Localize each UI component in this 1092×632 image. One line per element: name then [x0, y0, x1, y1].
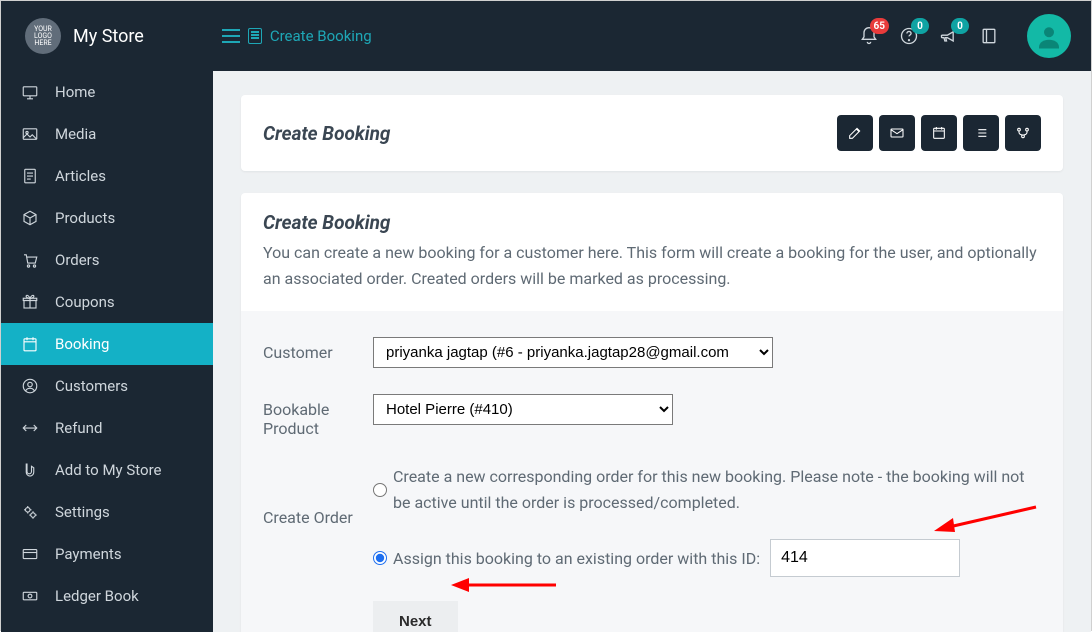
- cart-icon: [21, 251, 39, 269]
- sidebar-item-label: Booking: [55, 335, 109, 353]
- help-icon[interactable]: 0: [899, 26, 919, 46]
- hamburger-icon[interactable]: [222, 29, 240, 43]
- product-select[interactable]: Hotel Pierre (#410): [373, 394, 673, 425]
- sidebar-item-refund[interactable]: Refund: [1, 407, 213, 449]
- create-order-label: Create Order: [263, 464, 373, 527]
- radio-new-order[interactable]: [373, 483, 387, 497]
- sidebar-item-articles[interactable]: Articles: [1, 155, 213, 197]
- customer-label: Customer: [263, 337, 373, 362]
- page-title: Create Booking: [263, 122, 390, 145]
- radio-new-label: Create a new corresponding order for thi…: [393, 464, 1041, 515]
- box-icon: [21, 209, 39, 227]
- sidebar-item-label: Add to My Store: [55, 461, 162, 479]
- sidebar-item-ledger[interactable]: Ledger Book: [1, 575, 213, 617]
- sidebar-item-label: Refund: [55, 419, 102, 437]
- sidebar-item-coupons[interactable]: Coupons: [1, 281, 213, 323]
- sidebar-item-home[interactable]: Home: [1, 71, 213, 113]
- sidebar-item-settings[interactable]: Settings: [1, 491, 213, 533]
- breadcrumb: Create Booking: [222, 27, 372, 45]
- sidebar-item-booking[interactable]: Booking: [1, 323, 213, 365]
- section-desc: You can create a new booking for a custo…: [263, 240, 1041, 291]
- docs-icon[interactable]: [979, 26, 999, 46]
- header-actions: [837, 115, 1041, 151]
- main-content: Create Booking Create Booking You can cr…: [213, 71, 1091, 632]
- help-badge: 0: [911, 18, 929, 34]
- gears-icon: [21, 503, 39, 521]
- product-label: Bookable Product: [263, 394, 373, 438]
- notifications-badge: 65: [870, 18, 889, 34]
- sidebar-item-payments[interactable]: Payments: [1, 533, 213, 575]
- sidebar-item-label: Home: [55, 83, 95, 101]
- gift-icon: [21, 293, 39, 311]
- section-title: Create Booking: [263, 211, 1041, 234]
- topbar-actions: 65 0 0: [859, 14, 1071, 58]
- edit-button[interactable]: [837, 115, 873, 151]
- announce-badge: 0: [951, 18, 969, 34]
- sidebar-item-label: Coupons: [55, 293, 115, 311]
- sidebar-item-orders[interactable]: Orders: [1, 239, 213, 281]
- notifications-icon[interactable]: 65: [859, 26, 879, 46]
- document-icon: [21, 167, 39, 185]
- user-icon: [21, 377, 39, 395]
- avatar[interactable]: [1027, 14, 1071, 58]
- next-button[interactable]: Next: [373, 601, 458, 632]
- calendar-button[interactable]: [921, 115, 957, 151]
- image-icon: [21, 125, 39, 143]
- radio-assign-label: Assign this booking to an existing order…: [393, 546, 760, 572]
- cash-icon: [21, 587, 39, 605]
- sidebar-item-label: Settings: [55, 503, 110, 521]
- sidebar-item-label: Articles: [55, 167, 106, 185]
- store-name: My Store: [73, 26, 144, 47]
- sidebar-item-label: Ledger Book: [55, 587, 139, 605]
- sidebar-item-label: Customers: [55, 377, 128, 395]
- radio-assign-order[interactable]: [373, 551, 387, 565]
- sidebar-item-customers[interactable]: Customers: [1, 365, 213, 407]
- sidebar-item-label: Media: [55, 125, 96, 143]
- store-logo: YOURLOGOHERE: [25, 18, 61, 54]
- sidebar-item-add-to-store[interactable]: Add to My Store: [1, 449, 213, 491]
- breadcrumb-text[interactable]: Create Booking: [270, 27, 372, 45]
- document-icon: [248, 28, 262, 44]
- mail-button[interactable]: [879, 115, 915, 151]
- pointer-icon: [21, 461, 39, 479]
- layout: Home Media Articles Products Orders Coup…: [1, 71, 1091, 632]
- sidebar-item-label: Products: [55, 209, 115, 227]
- page-header-card: Create Booking: [241, 95, 1063, 171]
- sidebar-item-label: Orders: [55, 251, 100, 269]
- calendar-icon: [21, 335, 39, 353]
- announcements-icon[interactable]: 0: [939, 26, 959, 46]
- sidebar: Home Media Articles Products Orders Coup…: [1, 71, 213, 632]
- order-id-input[interactable]: [770, 539, 960, 577]
- refund-icon: [21, 419, 39, 437]
- topbar: YOURLOGOHERE My Store Create Booking 65 …: [1, 1, 1091, 71]
- monitor-icon: [21, 83, 39, 101]
- resources-button[interactable]: [1005, 115, 1041, 151]
- sidebar-item-products[interactable]: Products: [1, 197, 213, 239]
- customer-select[interactable]: priyanka jagtap (#6 - priyanka.jagtap28@…: [373, 337, 773, 368]
- form-block: Customer priyanka jagtap (#6 - priyanka.…: [241, 311, 1063, 632]
- sidebar-item-media[interactable]: Media: [1, 113, 213, 155]
- card-icon: [21, 545, 39, 563]
- sidebar-item-label: Payments: [55, 545, 122, 563]
- form-card: Create Booking You can create a new book…: [241, 193, 1063, 632]
- list-button[interactable]: [963, 115, 999, 151]
